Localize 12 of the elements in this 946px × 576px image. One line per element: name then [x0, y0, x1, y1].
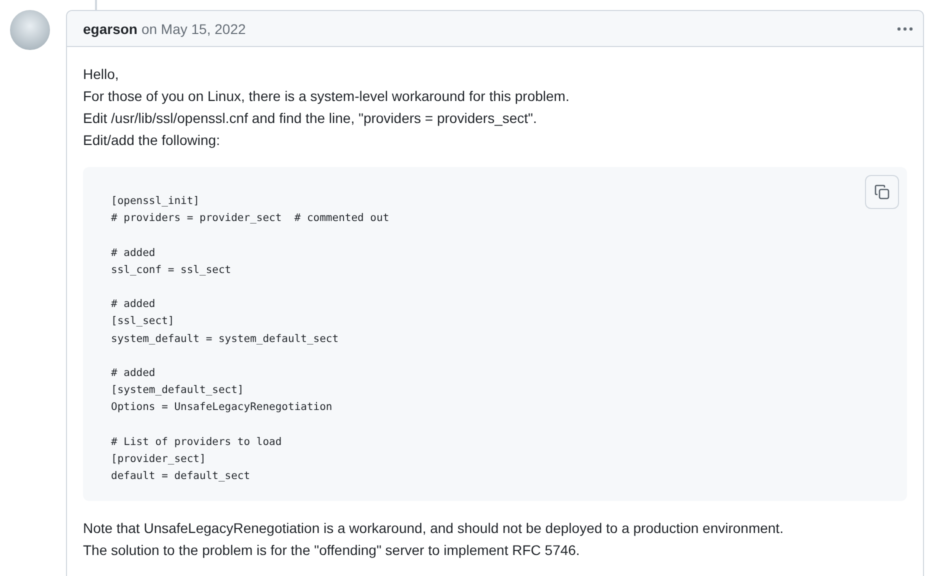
copy-button[interactable]	[865, 175, 899, 209]
copy-icon	[874, 184, 890, 200]
comment-text: Edit /usr/lib/ssl/openssl.cnf and find the line, "providers = providers_sect".	[83, 109, 538, 128]
comment-text: Hello,	[83, 65, 120, 84]
code-text: [openssl_init] # providers = provider_sect # commented out # added ssl_conf = ssl_sect # added [ssl_sect] system_default = system_default_sect # added [system_default_sect] Options = UnsafeLegacyRenegotiation # List of providers to load [provider_sect] default = default_sect	[111, 194, 390, 484]
author-link[interactable]: egarson	[83, 20, 138, 36]
comment-text: For those of you on Linux, there is a system-level workaround for this problem.	[83, 87, 570, 106]
comment-text: Edit/add the following:	[83, 131, 221, 150]
comment-text: The solution to the problem is for the "offending" server to implement RFC 5746.	[83, 541, 581, 560]
more-options-icon[interactable]	[897, 26, 913, 30]
comment-text: Note that UnsafeLegacyRenegotiation is a workaround, and should not be deployed to a production environment.	[83, 519, 784, 538]
comment-date[interactable]: on May 15, 2022	[141, 20, 246, 36]
